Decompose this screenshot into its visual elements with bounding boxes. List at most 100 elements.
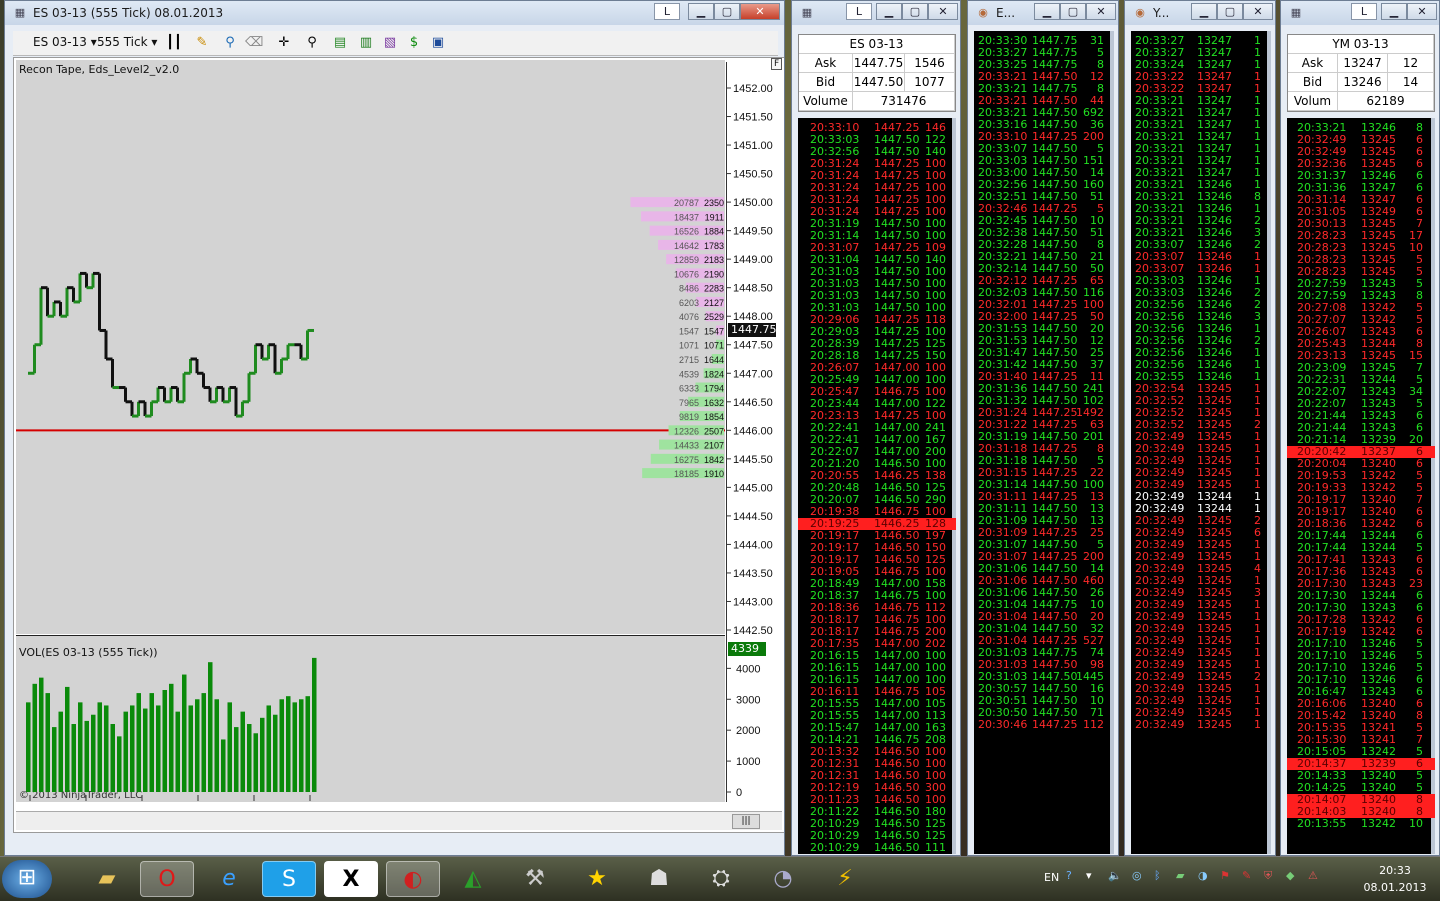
vol-tick-label: 2000 (736, 725, 760, 737)
es-quote-box: ES 03-13 Ask 1447.75 1546 Bid 1447.50 10… (798, 34, 956, 112)
chart-app-taskbar-icon[interactable]: ◭ (446, 861, 500, 897)
chart-trader-icon[interactable]: ▤ (331, 35, 349, 51)
es-close-button[interactable]: ✕ (928, 3, 958, 20)
data-box-icon[interactable]: $ (405, 35, 423, 51)
ym-tape[interactable]: 20:33:21 13246 8 20:32:49 13245 6 20:32:49 1324… (1287, 118, 1435, 854)
es-minimize-button[interactable]: ▁ (876, 3, 902, 20)
tape-app-icon: ◉ (978, 6, 988, 19)
ym2-maximize-button[interactable]: ▢ (1217, 3, 1243, 20)
tray-arrow-icon[interactable]: ▾ (1086, 869, 1092, 882)
es-link-button[interactable]: L (846, 3, 872, 20)
ym-volume: 62189 (1338, 92, 1434, 111)
indicators-icon[interactable]: ▥ (357, 35, 375, 51)
tape-time: 20:32:49 (1135, 718, 1185, 731)
ym-symbol: YM 03-13 (1288, 35, 1434, 54)
es2-minimize-button[interactable]: ▁ (1034, 3, 1060, 20)
es-tape2-title: E... (996, 6, 1016, 20)
crosshair-icon[interactable]: ✛ (275, 35, 293, 51)
system-tray: EN ? ▾ 🔈 ◎ ᛒ ▰ ◑ ⚑ ✎ ⛨ ◆ ⚠ 20:33 08.01.2… (1020, 857, 1440, 901)
tape-size: 111 (925, 841, 946, 854)
ym-ask-label: Ask (1288, 54, 1338, 73)
chart-area[interactable]: Recon Tape, Eds_Level2_v2.0 F VOL(ES 03-… (13, 57, 784, 833)
volume-panel[interactable] (16, 635, 725, 802)
close-button[interactable]: ✕ (740, 3, 780, 20)
tool-icon[interactable]: ⚒ (508, 861, 562, 897)
ym2-close-button[interactable]: ✕ (1243, 3, 1273, 20)
alert-icon[interactable]: ⚠ (1308, 869, 1318, 882)
y-tick-label: 1451.00 (733, 140, 773, 152)
tank-icon[interactable]: ⛭ (694, 861, 748, 897)
help-icon[interactable]: ? (1066, 869, 1072, 882)
es2-close-button[interactable]: ✕ (1086, 3, 1116, 20)
skype-icon[interactable]: S (262, 861, 316, 897)
wolf-icon[interactable]: ☗ (632, 861, 686, 897)
es-bid-price: 1447.50 (853, 73, 905, 92)
taskbar: ⊞ ▰ O e S X ◐ ◭ ⚒ ★ ☗ ⛭ ◔ ⚡ EN ? ▾ 🔈 ◎ ᛒ… (0, 856, 1440, 901)
shield-icon[interactable]: ⛨ (1264, 869, 1272, 883)
ym-link-button[interactable]: L (1351, 3, 1377, 20)
es-tape2-title-bar[interactable]: ◉ E... ▁ ▢ ✕ (968, 1, 1118, 25)
opera-icon[interactable]: O (140, 861, 194, 897)
update-icon[interactable]: ◑ (1198, 869, 1208, 882)
strategies-icon[interactable]: ▧ (381, 35, 399, 51)
flag-icon[interactable]: ⚑ (1220, 869, 1230, 882)
draw-pencil-icon[interactable]: ✎ (193, 35, 211, 51)
ym2-minimize-button[interactable]: ▁ (1191, 3, 1217, 20)
bluetooth-icon[interactable]: ᛒ (1154, 869, 1161, 882)
es-tape2[interactable]: 20:33:30 1447.75 31 20:33:27 1447.75 5 20:33:2… (974, 31, 1114, 854)
panel-flag-button[interactable]: F (771, 58, 783, 70)
y-tick-label: 1445.50 (733, 454, 773, 466)
y-tick-label: 1449.00 (733, 254, 773, 266)
lightning-icon[interactable]: ⚡ (818, 861, 872, 897)
es-maximize-button[interactable]: ▢ (902, 3, 928, 20)
eraser-icon[interactable]: ⌫ (245, 35, 263, 51)
pin-icon[interactable]: ⚲ (221, 35, 239, 51)
tape-size: 112 (1083, 718, 1104, 731)
es2-maximize-button[interactable]: ▢ (1060, 3, 1086, 20)
ym-close-button[interactable]: ✕ (1407, 3, 1437, 20)
volume-icon[interactable]: 🔈 (1108, 869, 1122, 882)
properties-icon[interactable]: ▣ (429, 35, 447, 51)
vol-tick-label: 1000 (736, 756, 760, 768)
pen-icon[interactable]: ✎ (1242, 869, 1251, 882)
tape-size: 10 (1409, 817, 1423, 830)
nvidia-icon[interactable]: ▰ (1176, 869, 1184, 882)
ym-tape2-title-bar[interactable]: ◉ Y... ▁ ▢ ✕ (1125, 1, 1275, 25)
start-button[interactable]: ⊞ (2, 860, 52, 898)
y-tick-label: 1447.00 (733, 368, 773, 380)
maximize-button[interactable]: ▢ (714, 3, 740, 20)
es-tape[interactable]: 20:33:10 1447.25 146 20:33:03 1447.50 122 20:3… (798, 118, 956, 854)
antivirus-icon[interactable]: ◆ (1286, 869, 1294, 882)
ym-minimize-button[interactable]: ▁ (1381, 3, 1407, 20)
link-button[interactable]: L (654, 3, 680, 20)
ym-tape2[interactable]: 20:33:27 13247 1 20:33:27 13247 1 20:33:24 1324… (1131, 31, 1271, 854)
price-panel[interactable] (16, 60, 725, 634)
last-price-tag: 1447.75 (728, 323, 777, 337)
x-app-icon[interactable]: X (324, 861, 378, 897)
vol-tick-label: 0 (736, 787, 742, 799)
ninjatrader-icon[interactable]: ◐ (386, 861, 440, 897)
minimize-button[interactable]: ▁ (688, 3, 714, 20)
tape-time: 20:10:29 (810, 841, 860, 854)
chart-title-bar[interactable]: ▦ ES 03-13 (555 Tick) 08.01.2013 L ▁ ▢ ✕ (5, 1, 784, 25)
instrument-selector[interactable]: ES 03-13 ▾ (33, 35, 97, 49)
explorer-icon[interactable]: ▰ (80, 861, 134, 897)
scroll-thumb[interactable]: ||| (732, 814, 760, 829)
tape-price: 13245 (1197, 718, 1232, 731)
network-icon[interactable]: ◎ (1132, 869, 1142, 882)
ym-bid-size: 14 (1388, 73, 1434, 92)
y-tick-label: 1447.50 (733, 340, 773, 352)
chart-window-title: ES 03-13 (555 Tick) 08.01.2013 (33, 6, 224, 20)
zoom-icon[interactable]: ⚲ (303, 35, 321, 51)
horizontal-scrollbar[interactable]: ||| (16, 811, 782, 830)
language-indicator[interactable]: EN (1044, 871, 1059, 884)
disc-icon[interactable]: ◔ (756, 861, 810, 897)
clock-date[interactable]: 08.01.2013 (1360, 881, 1430, 894)
ie-icon[interactable]: e (202, 861, 256, 897)
ym-ts-title-bar[interactable]: ▦ L ▁ ✕ (1281, 1, 1439, 25)
es-ts-title-bar[interactable]: ▦ L ▁ ▢ ✕ (792, 1, 960, 25)
interval-selector[interactable]: 555 Tick ▾ (97, 35, 157, 49)
clock-time[interactable]: 20:33 (1360, 864, 1430, 877)
bar-type-icon[interactable]: ┃┃ (165, 35, 183, 51)
star-icon[interactable]: ★ (570, 861, 624, 897)
